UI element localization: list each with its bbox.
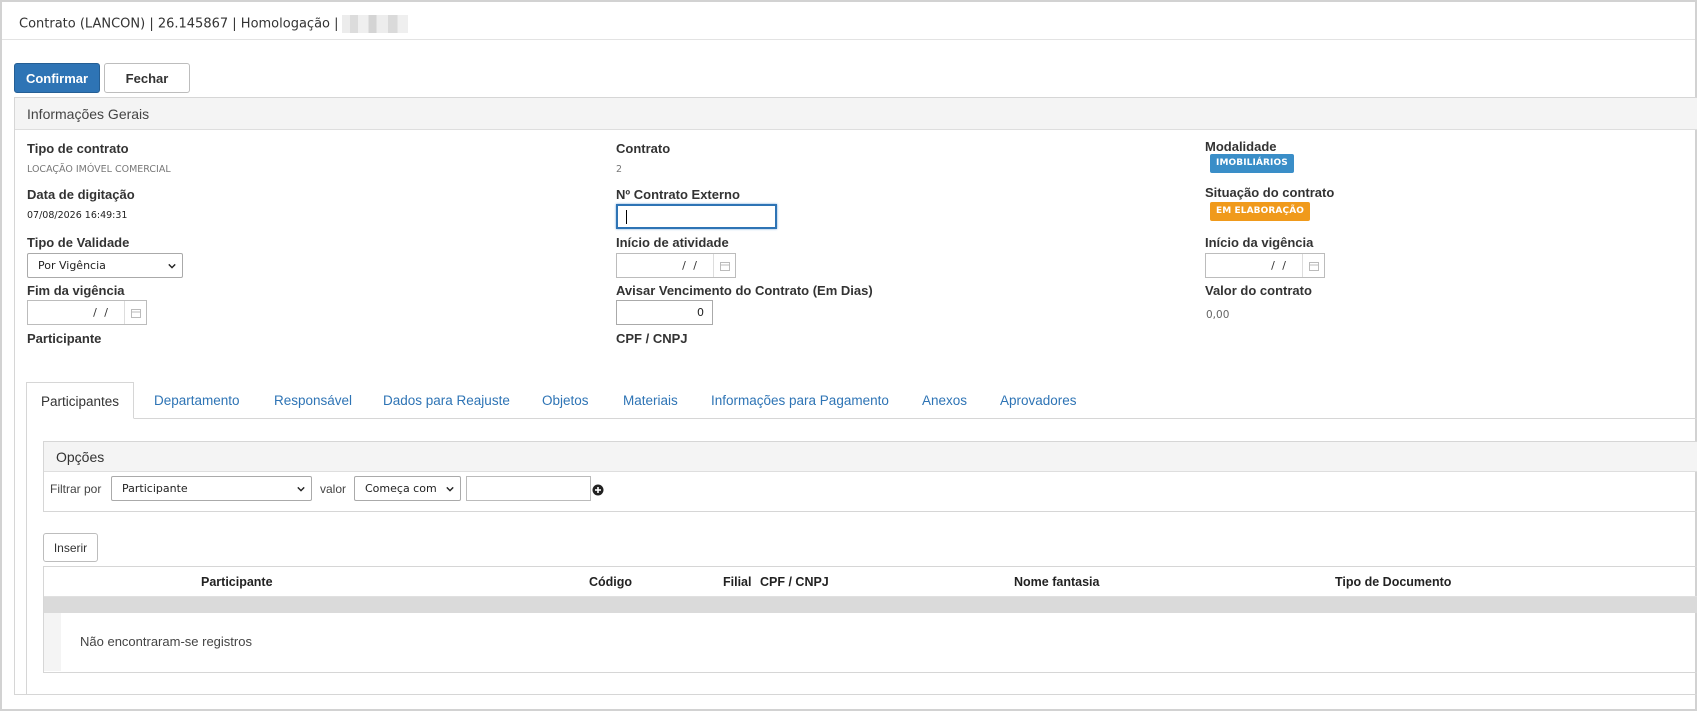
- table-empty-row: Não encontraram-se registros: [44, 613, 1697, 671]
- tab-department[interactable]: Departamento: [154, 382, 240, 419]
- external-contract-label: Nº Contrato Externo: [616, 187, 740, 202]
- confirm-button[interactable]: Confirmar: [14, 63, 100, 93]
- participants-table: Participante Código Filial CPF / CNPJ No…: [43, 566, 1697, 673]
- tab-payment-info[interactable]: Informações para Pagamento: [711, 382, 889, 419]
- column-code[interactable]: Código: [589, 567, 632, 597]
- chevron-down-icon: [446, 486, 454, 492]
- activity-start-field[interactable]: / /: [616, 253, 736, 278]
- calendar-icon[interactable]: [1302, 254, 1324, 277]
- contract-label: Contrato: [616, 141, 671, 156]
- column-trade-name[interactable]: Nome fantasia: [1014, 567, 1099, 597]
- contract-type-label: Tipo de contrato: [27, 141, 129, 156]
- validity-start-field[interactable]: / /: [1205, 253, 1325, 278]
- redacted-user: [341, 15, 408, 33]
- validity-end-label: Fim da vigência: [27, 283, 125, 298]
- contract-value: 2: [616, 164, 623, 175]
- validity-type-label: Tipo de Validade: [27, 235, 130, 250]
- cpf-cnpj-label: CPF / CNPJ: [616, 331, 688, 346]
- tab-readjustment-data[interactable]: Dados para Reajuste: [383, 382, 510, 419]
- modality-badge: IMOBILIÁRIOS: [1210, 154, 1294, 173]
- add-filter-icon[interactable]: [592, 484, 604, 496]
- tab-objects[interactable]: Objetos: [542, 382, 589, 419]
- text-caret: [626, 210, 627, 224]
- tab-materials[interactable]: Materiais: [623, 382, 678, 419]
- value-label: valor: [320, 482, 347, 496]
- validity-type-value: Por Vigência: [38, 259, 106, 272]
- chevron-down-icon: [168, 263, 176, 269]
- operator-select[interactable]: Começa com: [354, 476, 461, 501]
- validity-start-value: / /: [1271, 259, 1288, 272]
- close-button[interactable]: Fechar: [104, 63, 190, 93]
- column-cpf-cnpj[interactable]: CPF / CNPJ: [760, 567, 829, 597]
- operator-value: Começa com: [365, 482, 437, 495]
- calendar-icon[interactable]: [124, 301, 146, 324]
- page-title: Contrato (LANCON) | 26.145867 | Homologa…: [19, 15, 408, 33]
- contract-value-label: Valor do contrato: [1205, 283, 1312, 298]
- expiry-notice-label: Avisar Vencimento do Contrato (Em Dias): [616, 283, 873, 298]
- entry-date-label: Data de digitação: [27, 187, 135, 202]
- title-text: Contrato (LANCON) | 26.145867 | Homologa…: [19, 16, 339, 32]
- filter-field-select[interactable]: Participante: [111, 476, 312, 501]
- insert-button[interactable]: Inserir: [43, 533, 98, 562]
- contract-status-label: Situação do contrato: [1205, 185, 1335, 200]
- column-document-type[interactable]: Tipo de Documento: [1335, 567, 1451, 597]
- tab-responsible[interactable]: Responsável: [274, 382, 352, 419]
- validity-end-field[interactable]: / /: [27, 300, 147, 325]
- filter-by-label: Filtrar por: [50, 482, 102, 496]
- contract-value-amount: 0,00: [1206, 309, 1230, 321]
- activity-start-value: / /: [682, 259, 699, 272]
- status-badge: EM ELABORAÇÃO: [1210, 202, 1311, 221]
- column-branch[interactable]: Filial: [723, 567, 751, 597]
- empty-message: Não encontraram-se registros: [80, 634, 252, 649]
- section-title: Informações Gerais: [15, 98, 1697, 130]
- tab-attachments[interactable]: Anexos: [922, 382, 967, 419]
- table-filter-row: [44, 597, 1697, 613]
- contract-type-value: LOCAÇÃO IMÓVEL COMERCIAL: [27, 164, 171, 175]
- filter-search-input[interactable]: [466, 476, 591, 501]
- options-title: Opções: [44, 442, 1697, 472]
- filter-field-value: Participante: [122, 482, 188, 495]
- participant-label: Participante: [27, 331, 102, 346]
- title-bar: Contrato (LANCON) | 26.145867 | Homologa…: [2, 2, 1695, 40]
- validity-end-value: / /: [93, 306, 110, 319]
- tab-approvers[interactable]: Aprovadores: [1000, 382, 1077, 419]
- validity-type-select[interactable]: Por Vigência: [27, 253, 183, 278]
- table-header: Participante Código Filial CPF / CNPJ No…: [44, 567, 1697, 597]
- column-participant[interactable]: Participante: [201, 567, 273, 597]
- calendar-icon[interactable]: [713, 254, 735, 277]
- entry-date-value: 07/08/2026 16:49:31: [27, 210, 128, 221]
- external-contract-input[interactable]: [616, 204, 777, 229]
- activity-start-label: Início de atividade: [616, 235, 729, 250]
- validity-start-label: Início da vigência: [1205, 235, 1314, 250]
- tab-participants[interactable]: Participantes: [26, 382, 135, 419]
- expiry-notice-input[interactable]: 0: [616, 300, 713, 325]
- chevron-down-icon: [297, 486, 305, 492]
- modality-label: Modalidade: [1205, 139, 1277, 154]
